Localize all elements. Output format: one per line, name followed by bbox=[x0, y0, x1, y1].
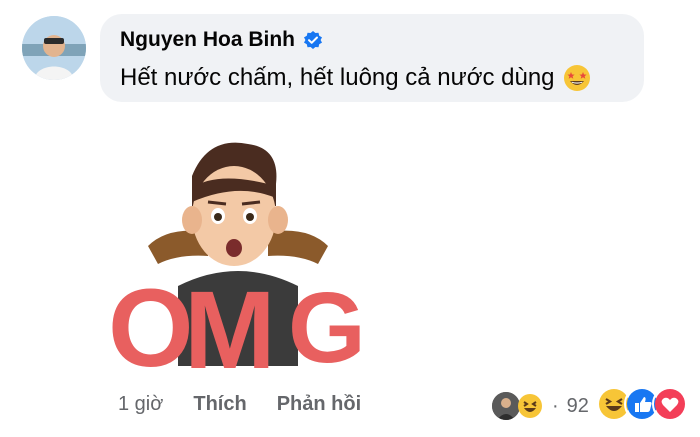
omg-letter-g: G bbox=[288, 272, 366, 384]
comment-bubble: Nguyen Hoa Binh Hết nước chấm, hết luông… bbox=[100, 14, 644, 102]
author-row: Nguyen Hoa Binh bbox=[120, 28, 323, 52]
haha-icon bbox=[516, 392, 544, 420]
comment-thread: Nguyen Hoa Binh Hết nước chấm, hết luông… bbox=[0, 0, 700, 437]
reply-preview[interactable]: · 92 bbox=[490, 390, 589, 422]
love-icon bbox=[652, 386, 688, 422]
omg-letter-o: O bbox=[108, 267, 194, 386]
reply-button[interactable]: Phản hồi bbox=[277, 393, 361, 416]
timestamp[interactable]: 1 giờ bbox=[118, 393, 163, 416]
avatar[interactable] bbox=[22, 16, 86, 80]
comment-body: Hết nước chấm, hết luông cả nước dùng bbox=[120, 64, 555, 91]
verified-badge-icon bbox=[303, 30, 323, 50]
reaction-icons[interactable] bbox=[596, 386, 688, 422]
comment-text: Hết nước chấm, hết luông cả nước dùng bbox=[120, 64, 591, 92]
omg-letter-m: M bbox=[184, 269, 276, 386]
star-struck-emoji-icon bbox=[563, 64, 591, 92]
reaction-count[interactable]: 92 bbox=[567, 395, 589, 418]
comment-actions: 1 giờ Thích Phản hồi bbox=[118, 393, 391, 416]
author-name[interactable]: Nguyen Hoa Binh bbox=[120, 28, 295, 52]
omg-sticker[interactable]: O M G bbox=[108, 136, 368, 392]
like-button[interactable]: Thích bbox=[193, 393, 246, 416]
reaction-separator: · bbox=[552, 394, 559, 417]
